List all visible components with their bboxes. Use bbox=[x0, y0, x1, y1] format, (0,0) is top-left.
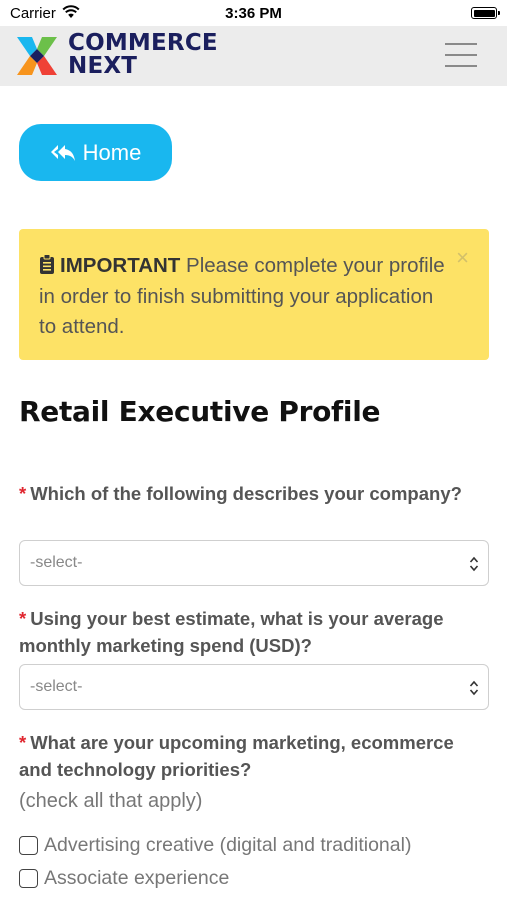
question-label: Using your best estimate, what is your a… bbox=[19, 608, 444, 656]
close-icon[interactable]: × bbox=[456, 247, 469, 269]
status-bar: Carrier 3:36 PM bbox=[0, 0, 507, 26]
required-marker: * bbox=[19, 608, 27, 629]
select-value: -select- bbox=[30, 678, 83, 695]
checkbox[interactable] bbox=[19, 869, 38, 888]
important-alert: IMPORTANT Please complete your profile i… bbox=[19, 229, 489, 360]
option-label: Advertising creative (digital and tradit… bbox=[44, 834, 412, 856]
logo-wordmark[interactable]: COMMERCE NEXT bbox=[68, 32, 218, 78]
select-arrows-icon bbox=[469, 680, 479, 696]
logo-line-2: NEXT bbox=[68, 53, 138, 79]
option-advertising-creative[interactable]: Advertising creative (digital and tradit… bbox=[19, 834, 411, 857]
reply-all-icon bbox=[50, 144, 75, 161]
question-company-type: * Which of the following describes your c… bbox=[19, 480, 489, 507]
marketing-spend-select[interactable]: -select- bbox=[19, 664, 489, 710]
site-header: COMMERCE NEXT bbox=[0, 26, 507, 86]
question-label: Which of the following describes your co… bbox=[30, 483, 462, 504]
select-arrows-icon bbox=[469, 556, 479, 572]
required-marker: * bbox=[19, 732, 27, 753]
select-value: -select- bbox=[30, 554, 83, 571]
company-type-select[interactable]: -select- bbox=[19, 540, 489, 586]
required-marker: * bbox=[19, 483, 27, 504]
battery-icon bbox=[471, 7, 500, 19]
page-title: Retail Executive Profile bbox=[19, 395, 381, 428]
question-label: What are your upcoming marketing, ecomme… bbox=[19, 732, 454, 780]
clipboard-icon bbox=[40, 254, 54, 274]
alert-strong: IMPORTANT bbox=[60, 254, 181, 277]
option-associate-experience[interactable]: Associate experience bbox=[19, 867, 229, 890]
checkbox[interactable] bbox=[19, 836, 38, 855]
check-all-hint: (check all that apply) bbox=[19, 790, 203, 812]
commerce-next-logo-icon[interactable] bbox=[12, 31, 62, 81]
home-button[interactable]: Home bbox=[19, 124, 172, 181]
status-time: 3:36 PM bbox=[225, 5, 282, 22]
option-label: Associate experience bbox=[44, 867, 230, 889]
home-button-label: Home bbox=[82, 139, 142, 165]
hamburger-menu-icon[interactable] bbox=[445, 43, 477, 69]
question-marketing-spend: * Using your best estimate, what is your … bbox=[19, 605, 489, 659]
question-priorities: * What are your upcoming marketing, ecomm… bbox=[19, 729, 489, 783]
logo-line-1: COMMERCE bbox=[68, 30, 218, 56]
